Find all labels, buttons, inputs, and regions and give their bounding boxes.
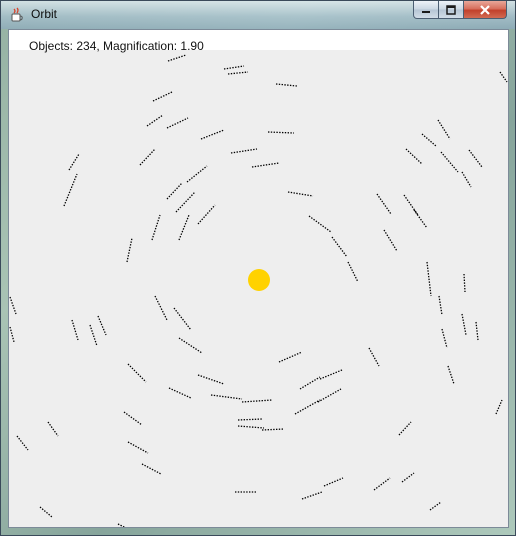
orbit-trail [251,162,280,168]
orbit-trail [127,441,149,454]
window-controls [413,1,507,20]
orbit-trail [403,194,419,216]
orbit-trail [168,387,192,399]
sun-body [248,269,270,291]
orbit-trail [475,321,479,341]
orbit-trail [438,295,443,316]
orbit-trail [383,229,398,252]
orbit-trail [71,319,79,341]
orbit-trail [126,237,133,263]
orbit-trail [63,173,78,207]
orbit-trail [323,477,344,487]
orbit-trail [152,91,173,102]
orbit-trail [347,261,359,283]
close-button[interactable] [464,1,507,19]
orbit-trail [210,394,243,400]
orbit-trail [299,376,321,390]
orbit-trail [9,326,15,343]
orbit-trail [175,191,196,213]
orbit-trail [139,148,156,166]
orbit-trail [200,129,225,140]
orbit-trail [441,328,448,349]
orbit-trail [146,114,164,127]
orbit-trail [9,296,17,315]
orbit-trail [278,351,303,363]
orbit-trail [151,214,161,241]
window-title: Orbit [31,7,58,21]
maximize-button[interactable] [439,1,464,19]
orbit-trail [405,148,423,165]
minimize-button[interactable] [413,1,439,19]
orbit-trail [241,399,273,403]
orbit-trail [461,171,472,188]
orbit-trail [173,307,192,331]
orbit-trail [154,295,168,321]
orbit-trail [463,273,466,293]
orbit-trail [261,428,285,431]
orbit-trail [437,119,451,140]
orbit-trail [275,83,298,87]
orbit-trail [227,71,249,75]
orbit-trail [166,117,189,129]
orbit-trail [237,418,263,421]
orbit-trail [373,477,391,491]
orbit-trail [421,133,437,147]
orbit-trail [319,369,343,380]
orbit-trail [197,204,216,225]
orbit-trail [368,347,380,367]
orbit-trail [197,374,225,385]
orbit-trail [495,399,503,415]
orbit-trail [426,261,432,297]
orbit-trail [223,65,245,70]
orbit-trail [413,209,428,229]
orbit-trail [39,506,53,518]
orbit-trail [317,388,342,403]
title-bar[interactable]: Orbit [1,1,515,29]
orbit-trail [398,421,412,436]
close-icon [480,4,490,15]
orbit-trail [461,313,467,336]
orbit-trail [301,491,323,500]
orbit-trail [331,236,348,258]
orbit-trail [440,151,459,173]
orbit-trail [447,365,455,385]
orbit-window: Orbit Objects: 234, Magnification: 1.90 [0,0,516,536]
orbit-trail [117,523,126,527]
orbit-trail [16,435,29,451]
orbit-trail [123,411,143,426]
orbit-trail [267,131,295,134]
orbit-trail [429,501,442,511]
orbit-trail [499,71,508,83]
orbit-trail [308,215,332,233]
orbit-trail [127,363,147,383]
orbit-trail [97,315,107,336]
orbit-trail [401,472,415,483]
orbit-trail [89,324,98,347]
maximize-icon [446,4,456,15]
minimize-icon [422,10,430,13]
orbit-trail [287,191,314,197]
orbit-canvas[interactable] [9,30,508,527]
java-coffee-cup-icon [11,7,23,22]
orbit-trail [230,148,258,154]
orbit-trail [47,421,59,437]
orbit-trail [141,463,162,475]
orbit-trail [186,165,208,183]
orbit-trail [294,399,321,415]
orbit-trail [237,425,265,429]
orbit-trail [167,54,187,62]
orbit-trail [468,149,483,168]
orbit-trail [178,214,190,241]
orbit-trail [166,182,183,200]
orbit-trail [178,337,203,354]
orbit-trail [376,193,392,215]
orbit-canvas-panel[interactable]: Objects: 234, Magnification: 1.90 [8,29,509,528]
orbit-trail [68,153,80,171]
